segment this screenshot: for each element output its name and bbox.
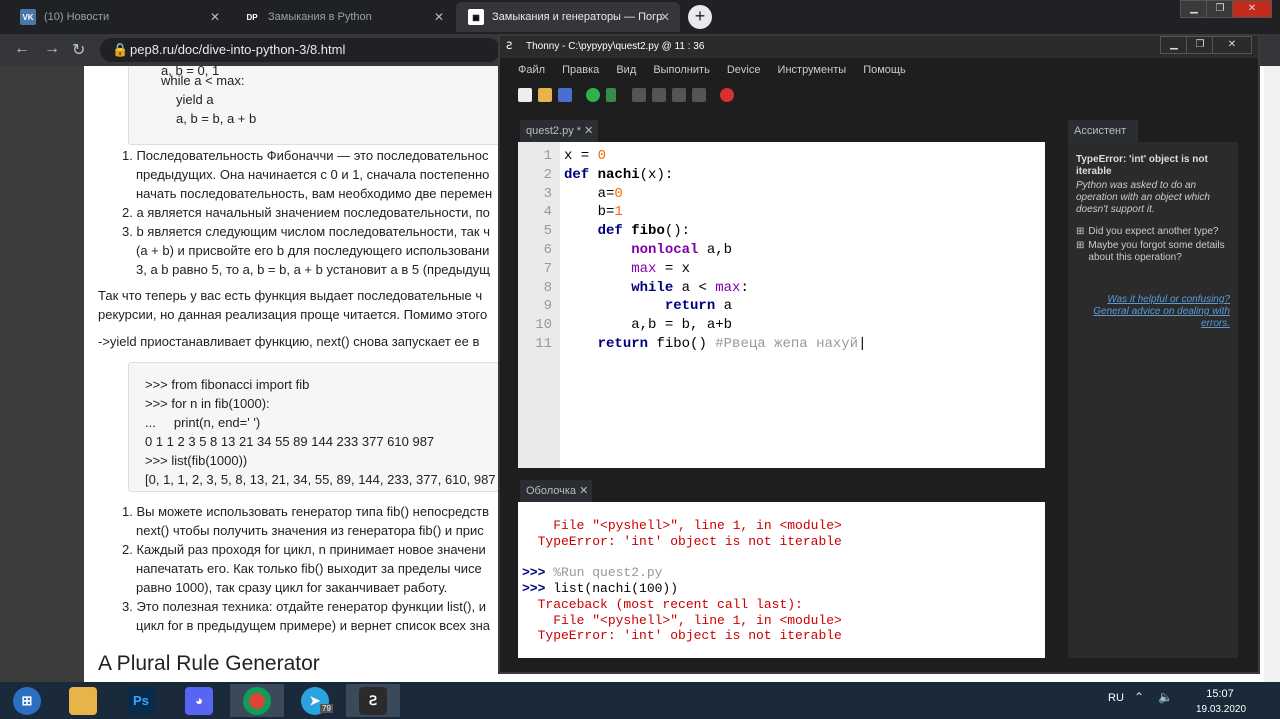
folder-icon	[69, 686, 97, 715]
menu-edit[interactable]: Правка	[562, 64, 599, 76]
close-tab-icon[interactable]: ✕	[434, 10, 444, 24]
chrome-icon	[243, 686, 271, 715]
resume-icon[interactable]	[692, 88, 706, 102]
menu-device[interactable]: Device	[727, 64, 761, 76]
assistant-question-2[interactable]: ⊞ Maybe you forgot some details about thi…	[1076, 240, 1230, 264]
start-button[interactable]: ⊞	[0, 684, 54, 717]
expand-icon: ⊞	[1076, 226, 1085, 237]
run-icon[interactable]	[586, 88, 600, 102]
thonny-taskbar-icon: Ꙅ	[359, 686, 387, 715]
code-editor[interactable]: 1 2 3 4 5 6 7 8 9 10 11 x = 0 def nachi(x…	[518, 142, 1045, 468]
thonny-title-bar: Ꙅ Thonny - C:\pyрypy\quest2.py @ 11 : 36	[500, 36, 1258, 58]
clock-date[interactable]: 19.03.2020	[1194, 704, 1248, 715]
taskbar-thonny[interactable]: Ꙅ	[346, 684, 400, 717]
discord-icon: ◕	[185, 686, 213, 715]
menu-tools[interactable]: Инструменты	[778, 64, 847, 76]
volume-icon[interactable]: 🔈	[1158, 690, 1173, 704]
new-file-icon[interactable]	[518, 88, 532, 102]
back-icon[interactable]: ←	[14, 40, 30, 58]
maximize-button[interactable]: ❐	[1206, 0, 1234, 18]
tab-generators[interactable]: ▦ Замыкания и генераторы — Погр ✕	[456, 2, 680, 32]
language-indicator[interactable]: RU	[1108, 692, 1124, 704]
close-tab-icon[interactable]: ✕	[210, 10, 220, 24]
page-scrollbar[interactable]	[1264, 66, 1280, 682]
vk-icon: VK	[20, 9, 36, 25]
paragraph-one: Так что теперь у вас есть функция выдает…	[98, 288, 488, 322]
list-one: 1. Последовательность Фибоначчи — это по…	[122, 148, 493, 277]
lock-icon: 🔒	[112, 42, 129, 57]
assistant-panel: TypeError: 'int' object is not iterable …	[1068, 142, 1238, 658]
step-over-icon[interactable]	[632, 88, 646, 102]
menu-run[interactable]: Выполнить	[653, 64, 709, 76]
taskbar-chrome[interactable]	[230, 684, 284, 717]
expand-icon: ⊞	[1076, 240, 1085, 251]
menu-file[interactable]: Файл	[518, 64, 545, 76]
list-two: 1. Вы можете использовать генератор типа…	[122, 504, 490, 633]
clock-time[interactable]: 15:07	[1200, 688, 1240, 700]
editor-tab[interactable]: quest2.py * ✕	[520, 120, 598, 142]
assistant-question-1[interactable]: ⊞ Did you expect another type?	[1076, 226, 1230, 238]
stop-icon[interactable]	[720, 88, 734, 102]
thonny-close-button[interactable]: ✕	[1212, 36, 1252, 54]
code-block-fib: >>> from fibonacci import fib >>> for n …	[128, 362, 508, 492]
tab-vk[interactable]: VK (10) Новости ✕	[8, 2, 230, 32]
close-tab-icon[interactable]: ✕	[660, 10, 670, 24]
thonny-window: Ꙅ Thonny - C:\pyрypy\quest2.py @ 11 : 36…	[498, 34, 1260, 674]
menu-view[interactable]: Вид	[616, 64, 636, 76]
menu-help[interactable]: Помощь	[863, 64, 906, 76]
dp-icon: DP	[246, 12, 258, 22]
thonny-maximize-button[interactable]: ❐	[1186, 36, 1214, 54]
pep8-icon: ▦	[468, 9, 484, 25]
step-out-icon[interactable]	[672, 88, 686, 102]
close-button[interactable]: ✕	[1232, 0, 1272, 18]
taskbar-telegram[interactable]: ➤ 79	[288, 684, 342, 717]
debug-icon[interactable]	[606, 88, 616, 102]
code-text[interactable]: x = 0 def nachi(x): a=0 b=1 def fibo(): n…	[564, 147, 866, 354]
taskbar-discord[interactable]: ◕	[172, 684, 226, 717]
reload-icon[interactable]: ↻	[72, 40, 85, 60]
url-bar[interactable]: 🔒 pep8.ru/doc/dive-into-python-3/8.html	[100, 38, 500, 62]
taskbar-explorer[interactable]	[56, 684, 110, 717]
assistant-tab[interactable]: Ассистент ✕	[1068, 120, 1138, 159]
open-file-icon[interactable]	[538, 88, 552, 102]
step-into-icon[interactable]	[652, 88, 666, 102]
taskbar-photoshop[interactable]: Ps	[114, 684, 168, 717]
save-icon[interactable]	[558, 88, 572, 102]
minimize-button[interactable]: ▁	[1180, 0, 1208, 18]
thonny-toolbar	[518, 88, 734, 108]
thonny-minimize-button[interactable]: ▁	[1160, 36, 1188, 54]
advice-link[interactable]: General advice on dealing with errors.	[1076, 306, 1230, 330]
photoshop-icon: Ps	[127, 686, 155, 715]
shell-console[interactable]: File "<pyshell>", line 1, in <module> Ty…	[518, 502, 1045, 658]
tray-arrow-icon[interactable]: ⌃	[1134, 690, 1144, 704]
forward-icon[interactable]: →	[44, 40, 60, 58]
close-icon[interactable]: ✕	[579, 485, 588, 497]
new-tab-button[interactable]: +	[688, 5, 712, 29]
thonny-icon: Ꙅ	[506, 41, 513, 52]
paragraph-two: ->yield приостанавливает функцию, next()…	[98, 334, 480, 349]
line-number-gutter: 1 2 3 4 5 6 7 8 9 10 11	[518, 142, 560, 468]
tab-closures[interactable]: DP Замыкания в Python ✕	[232, 2, 454, 32]
shell-tab[interactable]: Оболочка ✕	[520, 480, 592, 502]
close-icon[interactable]: ✕	[584, 125, 593, 137]
page-heading: A Plural Rule Generator	[98, 652, 320, 675]
thonny-menu-bar: Файл Правка Вид Выполнить Device Инструм…	[500, 64, 1258, 84]
code-block-top: a, b = 0, 1 while a < max: yield a a, b …	[128, 66, 508, 145]
helpful-link[interactable]: Was it helpful or confusing?	[1076, 294, 1230, 306]
windows-icon: ⊞	[13, 686, 41, 715]
